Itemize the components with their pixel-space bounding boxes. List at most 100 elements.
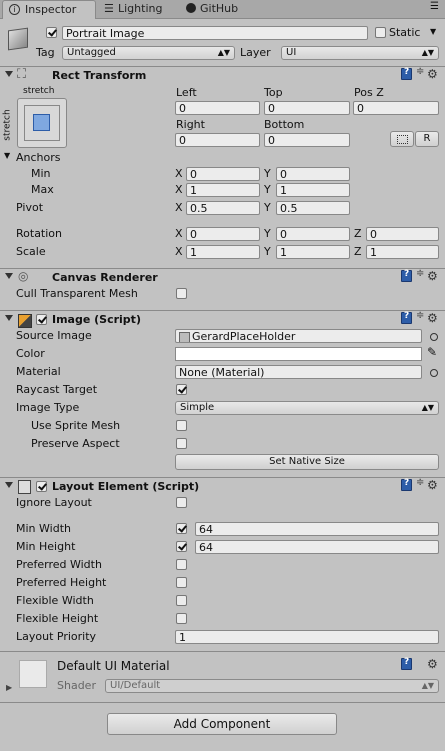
static-dropdown-icon[interactable]: ▼ <box>430 27 436 36</box>
eyedropper-icon[interactable]: ✎ <box>427 345 437 359</box>
help-icon[interactable] <box>401 478 412 491</box>
fold-arrow-icon[interactable] <box>5 482 13 488</box>
anchor-max-y-input[interactable]: 1 <box>276 183 350 197</box>
anchor-preset-top-label: stretch <box>23 86 55 96</box>
anchor-preset-button[interactable] <box>17 98 67 148</box>
tab-lighting[interactable]: ☰ Lighting <box>100 0 180 18</box>
fold-arrow-icon[interactable] <box>5 71 13 77</box>
image-component-icon <box>18 314 32 328</box>
layout-element-header[interactable]: Layout Element (Script) ≑ ⚙ <box>0 477 445 496</box>
object-picker-icon[interactable] <box>430 333 438 341</box>
use-sprite-mesh-checkbox[interactable] <box>176 420 187 431</box>
shader-dropdown[interactable]: UI/Default ▲▼ <box>105 679 439 693</box>
pivot-x-label: X <box>175 201 183 214</box>
min-width-checkbox[interactable] <box>176 523 187 534</box>
bottom-input[interactable]: 0 <box>264 133 350 147</box>
fold-arrow-icon[interactable] <box>5 315 13 321</box>
scale-z-input[interactable]: 1 <box>366 245 439 259</box>
material-preview <box>19 660 47 688</box>
object-name-input[interactable]: Portrait Image <box>62 26 368 40</box>
preset-icon[interactable]: ≑ <box>416 310 424 321</box>
help-icon[interactable] <box>401 269 412 282</box>
tag-value: Untagged <box>67 47 116 58</box>
help-icon[interactable] <box>401 311 412 324</box>
tab-lighting-label: Lighting <box>118 2 163 15</box>
component-header-icons: ≑ ⚙ <box>401 477 441 493</box>
raw-edit-button[interactable]: R <box>415 131 439 147</box>
gear-icon[interactable]: ⚙ <box>427 657 438 671</box>
preserve-aspect-checkbox[interactable] <box>176 438 187 449</box>
raycast-target-checkbox[interactable] <box>176 384 187 395</box>
min-width-input[interactable]: 64 <box>195 522 439 536</box>
posz-input[interactable]: 0 <box>353 101 439 115</box>
image-header[interactable]: Image (Script) ≑ ⚙ <box>0 310 445 329</box>
tab-github[interactable]: GitHub <box>184 0 264 18</box>
help-icon[interactable] <box>401 67 412 80</box>
gear-icon[interactable]: ⚙ <box>427 478 438 492</box>
scale-z-label: Z <box>354 245 362 258</box>
layer-dropdown[interactable]: UI ▲▼ <box>281 46 439 60</box>
preset-icon[interactable]: ≑ <box>416 268 424 279</box>
anchors-label: Anchors <box>16 151 61 164</box>
tag-dropdown[interactable]: Untagged ▲▼ <box>62 46 235 60</box>
anchor-max-x-input[interactable]: 1 <box>186 183 260 197</box>
footer-divider <box>0 702 445 703</box>
source-image-field[interactable]: GerardPlaceHolder <box>175 329 422 343</box>
layout-priority-input[interactable]: 1 <box>175 630 439 644</box>
flexible-width-checkbox[interactable] <box>176 595 187 606</box>
tab-menu-icon[interactable]: ☰ <box>430 1 439 12</box>
set-native-size-button[interactable]: Set Native Size <box>175 454 439 470</box>
help-icon[interactable] <box>401 657 412 670</box>
gear-icon[interactable]: ⚙ <box>427 269 438 283</box>
blueprint-mode-button[interactable] <box>390 131 414 147</box>
left-input[interactable]: 0 <box>175 101 260 115</box>
component-header-icons: ≑ ⚙ <box>401 310 441 326</box>
rect-transform-header[interactable]: ⛶ Rect Transform ≑ ⚙ <box>0 66 445 85</box>
preserve-aspect-label: Preserve Aspect <box>31 437 120 450</box>
flexible-height-checkbox[interactable] <box>176 613 187 624</box>
color-swatch[interactable] <box>175 347 422 361</box>
material-fold-icon[interactable]: ▶ <box>6 683 12 692</box>
rotation-x-input[interactable]: 0 <box>186 227 260 241</box>
right-input[interactable]: 0 <box>175 133 260 147</box>
material-field[interactable]: None (Material) <box>175 365 422 379</box>
rot-y-label: Y <box>264 227 271 240</box>
min-width-label: Min Width <box>16 522 71 535</box>
pivot-x-input[interactable]: 0.5 <box>186 201 260 215</box>
ignore-layout-checkbox[interactable] <box>176 497 187 508</box>
canvas-renderer-header[interactable]: ◎ Canvas Renderer ≑ ⚙ <box>0 268 445 287</box>
fold-arrow-icon[interactable] <box>5 273 13 279</box>
add-component-button[interactable]: Add Component <box>107 713 337 735</box>
pivot-y-input[interactable]: 0.5 <box>276 201 350 215</box>
tab-inspector[interactable]: i Inspector <box>2 0 96 19</box>
preset-icon[interactable]: ≑ <box>416 477 424 488</box>
image-enabled-checkbox[interactable] <box>36 314 47 325</box>
scale-y-input[interactable]: 1 <box>276 245 350 259</box>
anchor-min-y-input[interactable]: 0 <box>276 167 350 181</box>
top-input[interactable]: 0 <box>264 101 350 115</box>
rotation-y-input[interactable]: 0 <box>276 227 350 241</box>
preferred-width-checkbox[interactable] <box>176 559 187 570</box>
preset-icon[interactable]: ≑ <box>416 66 424 77</box>
blueprint-icon <box>397 135 408 144</box>
source-image-label: Source Image <box>16 329 92 342</box>
tab-inspector-label: Inspector <box>25 3 77 16</box>
static-checkbox[interactable] <box>375 27 386 38</box>
min-label: Min <box>31 167 51 180</box>
layout-element-enabled-checkbox[interactable] <box>36 481 47 492</box>
cull-transparent-mesh-checkbox[interactable] <box>176 288 187 299</box>
active-checkbox[interactable] <box>46 27 57 38</box>
scale-x-input[interactable]: 1 <box>186 245 260 259</box>
gear-icon[interactable]: ⚙ <box>427 67 438 81</box>
anchor-min-x-input[interactable]: 0 <box>186 167 260 181</box>
layout-element-icon <box>18 480 31 494</box>
image-type-dropdown[interactable]: Simple ▲▼ <box>175 401 439 415</box>
min-height-checkbox[interactable] <box>176 541 187 552</box>
anchors-fold-icon[interactable]: ▼ <box>4 151 10 160</box>
preferred-height-checkbox[interactable] <box>176 577 187 588</box>
rotation-z-input[interactable]: 0 <box>366 227 439 241</box>
min-height-input[interactable]: 64 <box>195 540 439 554</box>
object-picker-icon[interactable] <box>430 369 438 377</box>
gear-icon[interactable]: ⚙ <box>427 311 438 325</box>
rot-z-label: Z <box>354 227 362 240</box>
